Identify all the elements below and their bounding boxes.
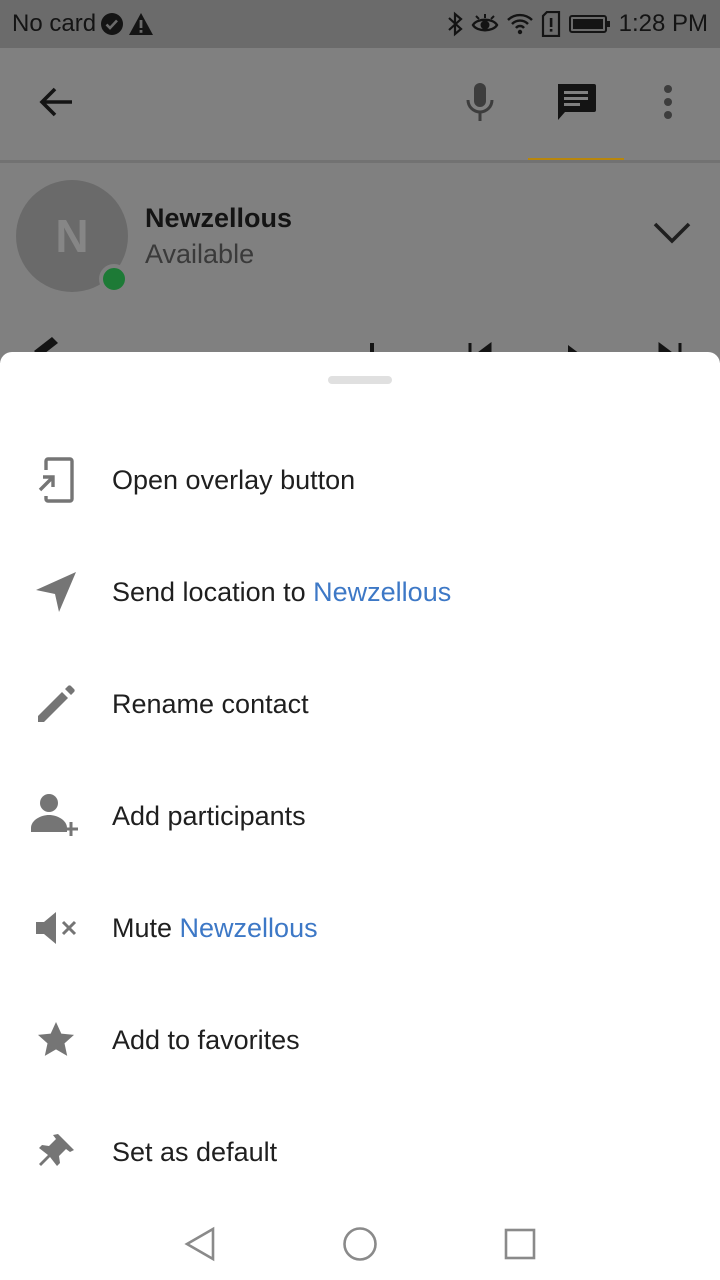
contact-header: N Newzellous Available [0,163,720,372]
menu-item-mute[interactable]: Mute Newzellous [0,872,720,984]
menu-item-open-overlay[interactable]: Open overlay button [0,424,720,536]
app-bar [0,48,720,162]
menu-item-set-default[interactable]: Set as default [0,1096,720,1208]
mic-icon [465,82,495,127]
send-location-icon [28,564,84,620]
more-options-button[interactable] [642,76,694,132]
nav-back-button[interactable] [170,1222,230,1270]
eye-icon [471,12,499,36]
check-circle-icon [100,12,124,36]
contact-status: Available [145,239,255,269]
alert-icon [541,11,561,37]
avatar-initial: N [55,210,89,262]
battery-icon [568,14,611,34]
status-bar: No card 1:28 PM [0,0,720,48]
menu-item-label: Add to favorites [112,1024,300,1055]
menu-item-label: Add participants [112,800,306,831]
nav-recents-icon [504,1228,536,1265]
menu-item-rename-contact[interactable]: Rename contact [0,648,720,760]
menu-item-label: Open overlay button [112,464,356,495]
add-person-icon [28,788,84,844]
system-nav-bar [0,1212,720,1280]
nav-recents-button[interactable] [490,1222,550,1270]
menu-item-label: Rename contact [112,688,309,719]
bluetooth-icon [447,11,463,37]
star-icon [28,1012,84,1068]
menu-item-add-participants[interactable]: Add participants [0,760,720,872]
menu-item-send-location[interactable]: Send location to Newzellous [0,536,720,648]
mic-button[interactable] [452,76,508,132]
chevron-down-icon [652,221,692,250]
carrier-text: No card [12,10,97,37]
wifi-icon [506,13,533,35]
warning-icon [128,12,154,36]
menu-item-label: Send location to Newzellous [112,576,452,607]
nav-home-icon [342,1226,378,1267]
back-button[interactable] [24,80,88,128]
mute-icon [28,900,84,956]
more-vert-icon [663,84,673,125]
menu-item-add-favorites[interactable]: Add to favorites [0,984,720,1096]
nav-back-icon [183,1226,217,1267]
chat-icon [555,82,597,127]
pencil-icon [28,676,84,732]
pin-icon [28,1124,84,1180]
expand-button[interactable] [644,215,700,255]
options-bottom-sheet: Open overlay button Send location to New… [0,352,720,1212]
menu-item-label: Set as default [112,1136,278,1167]
contact-name: Newzellous [145,203,293,233]
overlay-icon [28,452,84,508]
chat-tab-button[interactable] [548,76,604,132]
back-arrow-icon [38,86,74,123]
drag-handle[interactable] [328,376,392,384]
presence-indicator [99,264,129,294]
clock-text: 1:28 PM [618,10,708,37]
nav-home-button[interactable] [330,1222,390,1270]
menu-item-label: Mute Newzellous [112,912,318,943]
